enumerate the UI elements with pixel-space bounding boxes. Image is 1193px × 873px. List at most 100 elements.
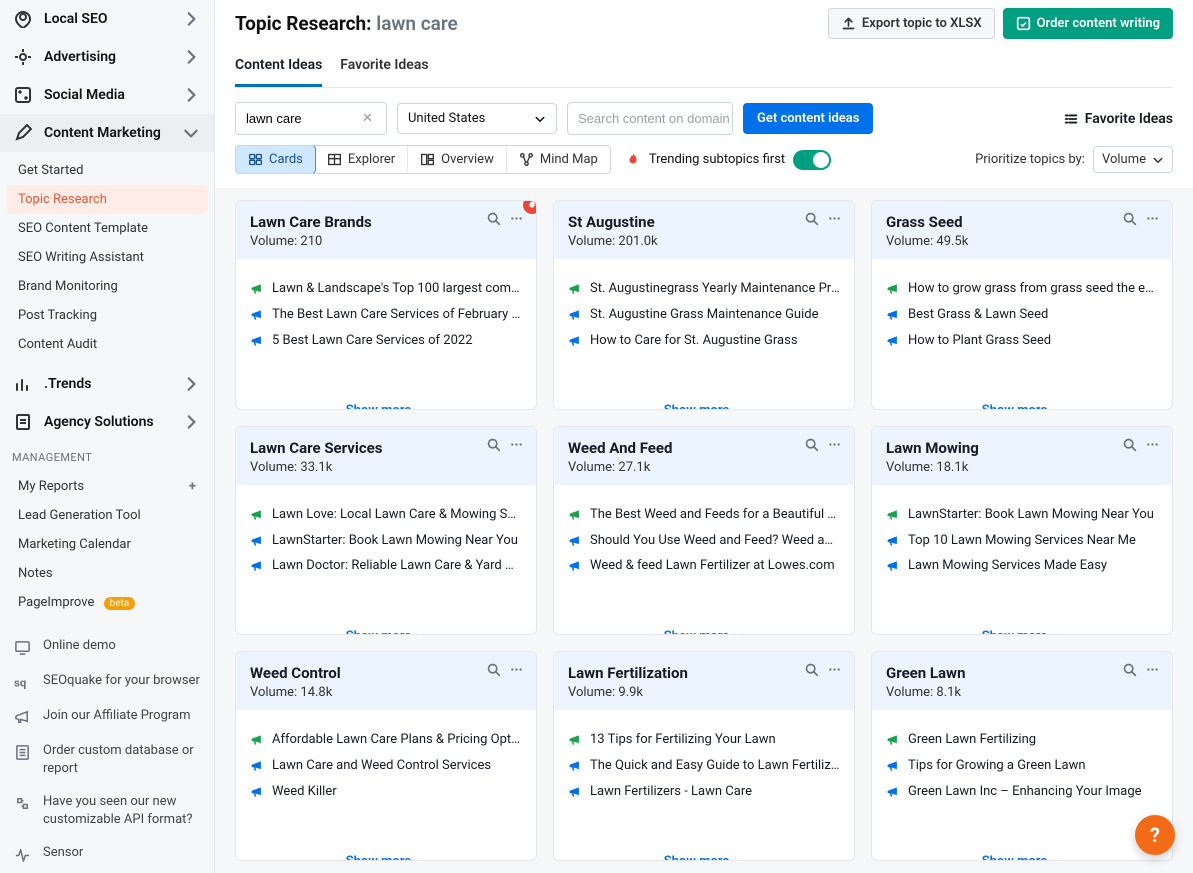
- more-icon[interactable]: [827, 211, 842, 226]
- more-icon[interactable]: [509, 662, 524, 677]
- card-idea-item[interactable]: The Quick and Easy Guide to Lawn Fertili…: [568, 758, 840, 775]
- favorite-ideas-link[interactable]: Favorite Ideas: [1063, 111, 1173, 127]
- help-button[interactable]: ?: [1135, 815, 1175, 855]
- show-more-button[interactable]: Show more: [872, 393, 1172, 410]
- show-more-button[interactable]: Show more: [872, 844, 1172, 861]
- footer-api[interactable]: Have you seen our new customizable API f…: [0, 785, 214, 836]
- show-more-button[interactable]: Show more: [236, 619, 536, 636]
- sidebar-item-local-seo[interactable]: Local SEO: [0, 0, 214, 38]
- sidebar-sub-seo-content-template[interactable]: SEO Content Template: [6, 214, 208, 243]
- card-idea-item[interactable]: 13 Tips for Fertilizing Your Lawn: [568, 732, 840, 749]
- sidebar-item-social-media[interactable]: Social Media: [0, 76, 214, 114]
- card-idea-item[interactable]: Weed & feed Lawn Fertilizer at Lowes.com: [568, 558, 840, 575]
- card-header[interactable]: Lawn Care ServicesVolume: 33.1k: [236, 427, 536, 485]
- topic-input[interactable]: [236, 103, 362, 134]
- plus-icon[interactable]: +: [189, 479, 196, 494]
- card-header[interactable]: Lawn FertilizationVolume: 9.9k: [554, 652, 854, 710]
- export-button[interactable]: Export topic to XLSX: [828, 8, 995, 39]
- sidebar-sub-brand-monitoring[interactable]: Brand Monitoring: [6, 272, 208, 301]
- view-explorer[interactable]: Explorer: [315, 146, 408, 173]
- sidebar-sub-post-tracking[interactable]: Post Tracking: [6, 301, 208, 330]
- card-idea-item[interactable]: Lawn Mowing Services Made Easy: [886, 558, 1158, 575]
- more-icon[interactable]: [827, 662, 842, 677]
- tab-content-ideas[interactable]: Content Ideas: [235, 49, 322, 87]
- sidebar-item-content-marketing[interactable]: Content Marketing: [0, 114, 214, 152]
- clear-icon[interactable]: ✕: [362, 111, 381, 126]
- card-header[interactable]: Grass SeedVolume: 49.5k: [872, 201, 1172, 259]
- footer-online-demo[interactable]: Online demo: [0, 629, 214, 664]
- sidebar-my-reports[interactable]: My Reports +: [6, 472, 208, 501]
- card-idea-item[interactable]: LawnStarter: Book Lawn Mowing Near You: [886, 507, 1158, 524]
- sidebar-pageimprove[interactable]: PageImprove beta: [6, 588, 208, 617]
- more-icon[interactable]: [509, 437, 524, 452]
- footer-custom-db[interactable]: Order custom database or report: [0, 734, 214, 785]
- view-mindmap[interactable]: Mind Map: [507, 146, 610, 173]
- card-idea-item[interactable]: 5 Best Lawn Care Services of 2022: [250, 333, 522, 350]
- card-header[interactable]: Lawn Care BrandsVolume: 210: [236, 201, 536, 259]
- card-idea-item[interactable]: LawnStarter: Book Lawn Mowing Near You: [250, 533, 522, 550]
- card-header[interactable]: Lawn MowingVolume: 18.1k: [872, 427, 1172, 485]
- search-icon[interactable]: [486, 211, 501, 226]
- more-icon[interactable]: [827, 437, 842, 452]
- show-more-button[interactable]: Show more: [554, 619, 854, 636]
- card-idea-item[interactable]: Lawn Care and Weed Control Services: [250, 758, 522, 775]
- view-overview[interactable]: Overview: [408, 146, 507, 173]
- search-icon[interactable]: [804, 211, 819, 226]
- sidebar-item-trends[interactable]: .Trends: [0, 365, 214, 403]
- card-idea-item[interactable]: How to Plant Grass Seed: [886, 333, 1158, 350]
- card-idea-item[interactable]: Lawn Doctor: Reliable Lawn Care & Yard M…: [250, 558, 522, 575]
- sidebar-item-advertising[interactable]: Advertising: [0, 38, 214, 76]
- card-idea-item[interactable]: Lawn Fertilizers - Lawn Care: [568, 784, 840, 801]
- card-header[interactable]: Green LawnVolume: 8.1k: [872, 652, 1172, 710]
- card-idea-item[interactable]: Affordable Lawn Care Plans & Pricing Opt…: [250, 732, 522, 749]
- more-icon[interactable]: [1145, 437, 1160, 452]
- footer-sensor[interactable]: Sensor: [0, 836, 214, 871]
- country-select[interactable]: United States: [397, 103, 557, 134]
- card-idea-item[interactable]: Top 10 Lawn Mowing Services Near Me: [886, 533, 1158, 550]
- card-header[interactable]: Weed ControlVolume: 14.8k: [236, 652, 536, 710]
- view-cards[interactable]: Cards: [235, 145, 316, 174]
- order-content-button[interactable]: Order content writing: [1003, 8, 1173, 39]
- search-icon[interactable]: [1122, 437, 1137, 452]
- trending-toggle[interactable]: [793, 150, 831, 170]
- card-idea-item[interactable]: The Best Lawn Care Services of February …: [250, 307, 522, 324]
- show-more-button[interactable]: Show more: [554, 393, 854, 410]
- card-idea-item[interactable]: How to Care for St. Augustine Grass: [568, 333, 840, 350]
- card-idea-item[interactable]: Should You Use Weed and Feed? Weed and .…: [568, 533, 840, 550]
- sidebar-sub-seo-writing-assistant[interactable]: SEO Writing Assistant: [6, 243, 208, 272]
- search-icon[interactable]: [804, 437, 819, 452]
- sidebar-sub-content-audit[interactable]: Content Audit: [6, 330, 208, 359]
- card-idea-item[interactable]: How to grow grass from grass seed the ea…: [886, 281, 1158, 298]
- search-icon[interactable]: [804, 662, 819, 677]
- card-idea-item[interactable]: Weed Killer: [250, 784, 522, 801]
- footer-affiliate[interactable]: Join our Affiliate Program: [0, 699, 214, 734]
- card-idea-item[interactable]: The Best Weed and Feeds for a Beautiful …: [568, 507, 840, 524]
- footer-seoquake[interactable]: SEOquake for your browser: [0, 664, 214, 699]
- card-idea-item[interactable]: St. Augustine Grass Maintenance Guide: [568, 307, 840, 324]
- domain-search-input[interactable]: [568, 103, 764, 134]
- show-more-button[interactable]: Show more: [872, 619, 1172, 636]
- card-idea-item[interactable]: St. Augustinegrass Yearly Maintenance Pr…: [568, 281, 840, 298]
- show-more-button[interactable]: Show more: [236, 844, 536, 861]
- card-idea-item[interactable]: Green Lawn Inc – Enhancing Your Image: [886, 784, 1158, 801]
- tab-favorite-ideas[interactable]: Favorite Ideas: [340, 49, 428, 87]
- search-icon[interactable]: [1122, 211, 1137, 226]
- prioritize-select[interactable]: Volume: [1093, 146, 1173, 173]
- sidebar-lead-gen[interactable]: Lead Generation Tool: [6, 501, 208, 530]
- card-idea-item[interactable]: Tips for Growing a Green Lawn: [886, 758, 1158, 775]
- card-idea-item[interactable]: Lawn Love: Local Lawn Care & Mowing Serv…: [250, 507, 522, 524]
- more-icon[interactable]: [1145, 662, 1160, 677]
- card-idea-item[interactable]: Best Grass & Lawn Seed: [886, 307, 1158, 324]
- show-more-button[interactable]: Show more: [554, 844, 854, 861]
- search-icon[interactable]: [1122, 662, 1137, 677]
- sidebar-notes[interactable]: Notes: [6, 559, 208, 588]
- sidebar-sub-get-started[interactable]: Get Started: [6, 156, 208, 185]
- card-header[interactable]: Weed And FeedVolume: 27.1k: [554, 427, 854, 485]
- sidebar-sub-topic-research[interactable]: Topic Research: [6, 185, 208, 214]
- sidebar-marketing-calendar[interactable]: Marketing Calendar: [6, 530, 208, 559]
- card-header[interactable]: St AugustineVolume: 201.0k: [554, 201, 854, 259]
- more-icon[interactable]: [509, 211, 524, 226]
- show-more-button[interactable]: Show more: [236, 393, 536, 410]
- get-ideas-button[interactable]: Get content ideas: [743, 103, 873, 134]
- search-icon[interactable]: [486, 437, 501, 452]
